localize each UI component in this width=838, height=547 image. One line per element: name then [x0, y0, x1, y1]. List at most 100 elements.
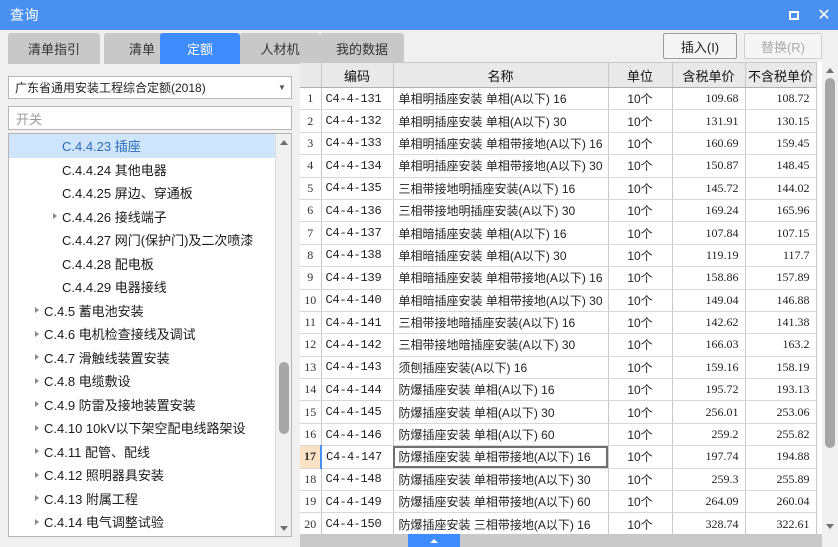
table-row[interactable]: 4 C4-4-134 单相明插座安装 单相带接地(A以下) 30 10个 150.87 1…: [300, 154, 817, 178]
close-icon[interactable]: ✕: [816, 7, 832, 23]
tree-item[interactable]: C.4.8 电缆敷设: [9, 369, 276, 393]
tree-item[interactable]: C.4.4.24 其他电器: [9, 158, 276, 182]
code-cell[interactable]: C4-4-136: [321, 199, 394, 223]
tree-item[interactable]: C.4.4.27 网门(保护门)及二次喷漆: [9, 228, 276, 252]
name-cell[interactable]: 防爆插座安装 单相带接地(A以下) 30: [393, 468, 609, 492]
table-row[interactable]: 8 C4-4-138 单相暗插座安装 单相(A以下) 30 10个 119.19 117.…: [300, 244, 817, 268]
unit-cell[interactable]: 10个: [608, 512, 673, 536]
notax-price-cell[interactable]: 193.13: [745, 378, 817, 402]
row-number-cell[interactable]: 1: [300, 87, 322, 111]
tax-price-cell[interactable]: 107.84: [672, 221, 746, 245]
name-cell[interactable]: 单相暗插座安装 单相(A以下) 16: [393, 221, 609, 245]
notax-price-cell[interactable]: 108.72: [745, 87, 817, 111]
row-number-cell[interactable]: 17: [300, 445, 322, 469]
table-horizontal-scrollbar[interactable]: [300, 534, 822, 547]
table-row[interactable]: 15 C4-4-145 防爆插座安装 单相(A以下) 30 10个 256.01 253.…: [300, 400, 817, 424]
name-cell[interactable]: 单相明插座安装 单相(A以下) 30: [393, 109, 609, 133]
row-number-cell[interactable]: 4: [300, 154, 322, 178]
row-number-cell[interactable]: 16: [300, 423, 322, 447]
unit-cell[interactable]: 10个: [608, 109, 673, 133]
col-header-unit[interactable]: 单位: [608, 62, 673, 88]
row-number-cell[interactable]: 7: [300, 221, 322, 245]
code-cell[interactable]: C4-4-148: [321, 468, 394, 492]
name-cell[interactable]: 防爆插座安装 单相(A以下) 60: [393, 423, 609, 447]
table-row[interactable]: 10 C4-4-140 单相暗插座安装 单相带接地(A以下) 30 10个 149.04…: [300, 289, 817, 312]
table-row[interactable]: 5 C4-4-135 三相带接地明插座安装(A以下) 16 10个 145.72 144.…: [300, 177, 817, 200]
unit-cell[interactable]: 10个: [608, 311, 673, 335]
code-cell[interactable]: C4-4-142: [321, 333, 394, 357]
tree-item[interactable]: C.4.12 照明器具安装: [9, 463, 276, 487]
table-row[interactable]: 6 C4-4-136 三相带接地明插座安装(A以下) 30 10个 169.24 165.…: [300, 199, 817, 223]
maximize-icon[interactable]: [786, 7, 802, 23]
tree-vertical-scrollbar[interactable]: [275, 134, 291, 536]
row-number-cell[interactable]: 5: [300, 177, 322, 200]
unit-cell[interactable]: 10个: [608, 221, 673, 245]
notax-price-cell[interactable]: 148.45: [745, 154, 817, 178]
notax-price-cell[interactable]: 194.88: [745, 445, 817, 469]
row-number-cell[interactable]: 20: [300, 512, 322, 536]
table-row[interactable]: 1 C4-4-131 单相明插座安装 单相(A以下) 16 10个 109.68 108.…: [300, 87, 817, 111]
tax-price-cell[interactable]: 169.24: [672, 199, 746, 223]
table-scroll-track[interactable]: [822, 62, 838, 534]
code-cell[interactable]: C4-4-149: [321, 490, 394, 514]
table-row[interactable]: 2 C4-4-132 单相明插座安装 单相(A以下) 30 10个 131.91 130.…: [300, 109, 817, 133]
scroll-up-icon[interactable]: [276, 134, 291, 150]
row-number-cell[interactable]: 3: [300, 132, 322, 156]
tax-price-cell[interactable]: 197.74: [672, 445, 746, 469]
row-number-cell[interactable]: 11: [300, 311, 322, 335]
unit-cell[interactable]: 10个: [608, 199, 673, 223]
row-number-cell[interactable]: 18: [300, 468, 322, 492]
scroll-down-icon[interactable]: [276, 520, 291, 536]
code-cell[interactable]: C4-4-141: [321, 311, 394, 335]
code-cell[interactable]: C4-4-139: [321, 266, 394, 290]
tax-price-cell[interactable]: 259.2: [672, 423, 746, 447]
unit-cell[interactable]: 10个: [608, 244, 673, 268]
unit-cell[interactable]: 10个: [608, 289, 673, 312]
name-cell[interactable]: 须刨插座安装(A以下) 16: [393, 356, 609, 380]
expand-arrow-icon[interactable]: [35, 448, 39, 455]
col-header-taxprice[interactable]: 含税单价: [672, 62, 746, 88]
expand-arrow-icon[interactable]: [35, 377, 39, 384]
col-header-notaxprice[interactable]: 不含税单价: [745, 62, 817, 88]
table-scroll-thumb[interactable]: [825, 78, 835, 448]
tree-item[interactable]: C.4.14 电气调整试验: [9, 510, 276, 534]
code-cell[interactable]: C4-4-147: [321, 445, 394, 469]
table-row[interactable]: 13 C4-4-143 须刨插座安装(A以下) 16 10个 159.16 158.19: [300, 356, 817, 380]
code-cell[interactable]: C4-4-144: [321, 378, 394, 402]
code-cell[interactable]: C4-4-137: [321, 221, 394, 245]
tree-item[interactable]: C.4.10 10kV以下架空配电线路架设: [9, 416, 276, 440]
col-header-rownum[interactable]: [300, 62, 322, 88]
tax-price-cell[interactable]: 131.91: [672, 109, 746, 133]
tree-item[interactable]: C.4.5 蓄电池安装: [9, 299, 276, 323]
name-cell[interactable]: 防爆插座安装 三相带接地(A以下) 16: [393, 512, 609, 536]
code-cell[interactable]: C4-4-132: [321, 109, 394, 133]
table-row[interactable]: 17 C4-4-147 防爆插座安装 单相带接地(A以下) 16 10个 197.74 1…: [300, 445, 817, 469]
row-number-cell[interactable]: 13: [300, 356, 322, 380]
unit-cell[interactable]: 10个: [608, 177, 673, 200]
tax-price-cell[interactable]: 256.01: [672, 400, 746, 424]
tree-item[interactable]: C.4.15 电梯电气装置安装: [9, 534, 276, 537]
tree-item[interactable]: C.4.9 防雷及接地装置安装: [9, 393, 276, 417]
unit-cell[interactable]: 10个: [608, 445, 673, 469]
table-row[interactable]: 12 C4-4-142 三相带接地暗插座安装(A以下) 30 10个 166.03 163…: [300, 333, 817, 357]
unit-cell[interactable]: 10个: [608, 423, 673, 447]
name-cell[interactable]: 防爆插座安装 单相(A以下) 16: [393, 378, 609, 402]
code-cell[interactable]: C4-4-135: [321, 177, 394, 200]
row-number-cell[interactable]: 8: [300, 244, 322, 268]
code-cell[interactable]: C4-4-145: [321, 400, 394, 424]
table-row[interactable]: 7 C4-4-137 单相暗插座安装 单相(A以下) 16 10个 107.84 107.…: [300, 221, 817, 245]
unit-cell[interactable]: 10个: [608, 154, 673, 178]
notax-price-cell[interactable]: 144.02: [745, 177, 817, 200]
code-cell[interactable]: C4-4-143: [321, 356, 394, 380]
tree-item[interactable]: C.4.6 电机检查接线及调试: [9, 322, 276, 346]
table-hscroll-thumb[interactable]: [408, 534, 460, 547]
tax-price-cell[interactable]: 160.69: [672, 132, 746, 156]
code-cell[interactable]: C4-4-140: [321, 289, 394, 312]
expand-arrow-icon[interactable]: [53, 213, 57, 220]
table-vertical-scrollbar[interactable]: [822, 62, 838, 534]
category-tree[interactable]: C.4.4.23 插座 C.4.4.24 其他电器 C.4.4.25 屏边、穿通板 C…: [8, 133, 292, 537]
notax-price-cell[interactable]: 157.89: [745, 266, 817, 290]
unit-cell[interactable]: 10个: [608, 132, 673, 156]
table-row[interactable]: 16 C4-4-146 防爆插座安装 单相(A以下) 60 10个 259.2 255.8…: [300, 423, 817, 447]
code-cell[interactable]: C4-4-131: [321, 87, 394, 111]
